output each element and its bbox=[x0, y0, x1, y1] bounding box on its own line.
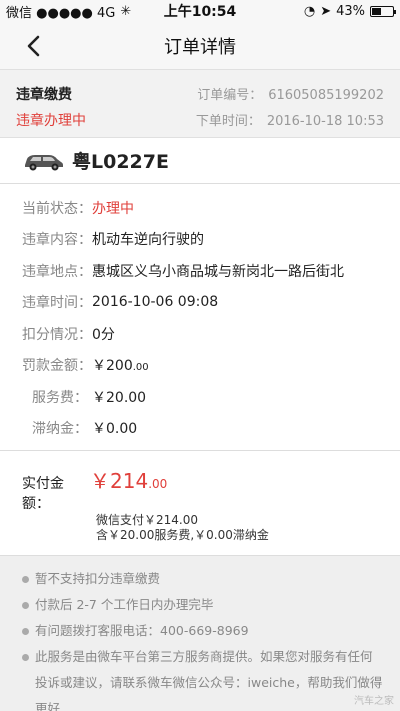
note-text: 付款后 2-7 个工作日内办理完毕 bbox=[35, 597, 214, 612]
service-fee-value: ￥20.00 bbox=[92, 389, 147, 406]
note-text: 有问题拨打客服电话：400-669-8969 bbox=[35, 623, 249, 638]
service-fee-label: 服务费： bbox=[32, 389, 88, 406]
order-number: 61605085199202 bbox=[268, 88, 384, 103]
license-plate: 粤L0227E bbox=[72, 151, 169, 173]
paid-amount-label: 实付金额： bbox=[22, 476, 64, 512]
watermark: 汽车之家 bbox=[354, 696, 394, 707]
paid-amount: ￥214.00 bbox=[90, 465, 167, 494]
detail-row-time: 违章时间： 2016-10-06 09:08 bbox=[0, 287, 400, 319]
status-value: 办理中 bbox=[92, 200, 134, 217]
fee-breakdown: 含￥20.00服务费,￥0.00滞纳金 bbox=[96, 528, 269, 542]
order-time-row: 下单时间： 2016-10-18 10:53 bbox=[196, 110, 384, 129]
detail-row-status: 当前状态： 办理中 bbox=[0, 192, 400, 224]
order-type: 违章缴费 bbox=[16, 87, 72, 103]
late-fee-value: ￥0.00 bbox=[92, 421, 138, 438]
time-value: 2016-10-06 09:08 bbox=[92, 294, 219, 311]
fine-value: ￥200.00 bbox=[92, 355, 149, 375]
violation-details: 当前状态： 办理中 违章内容： 机动车逆向行驶的 违章地点： 惠城区义乌小商品城… bbox=[0, 184, 400, 451]
fine-label: 罚款金额： bbox=[22, 358, 92, 375]
car-icon bbox=[25, 154, 63, 170]
notes-section: 暂不支持扣分违章缴费 付款后 2-7 个工作日内办理完毕 有问题拨打客服电话：4… bbox=[0, 556, 400, 711]
detail-row-points: 扣分情况： 0分 bbox=[0, 318, 400, 350]
order-time-label: 下单时间： bbox=[195, 114, 261, 129]
note-item: 此服务是由微车平台第三方服务商提供。如果您对服务有任何投诉或建议，请联系微车微信… bbox=[22, 644, 384, 711]
back-chevron-icon[interactable] bbox=[22, 34, 46, 58]
content-label: 违章内容： bbox=[22, 232, 92, 249]
nav-bar: 订单详情 bbox=[0, 22, 400, 70]
fine-value-main: ￥200 bbox=[92, 358, 133, 375]
points-label: 扣分情况： bbox=[22, 326, 92, 343]
status-right: ◔ ➤ 43% bbox=[303, 3, 396, 19]
page-title: 订单详情 bbox=[164, 36, 236, 58]
alarm-icon: ◔ bbox=[303, 3, 316, 19]
bullet-icon bbox=[22, 602, 29, 609]
status-left: 微信 ●●●●● 4G ✳ bbox=[6, 2, 131, 21]
note-item: 付款后 2-7 个工作日内办理完毕 bbox=[22, 592, 384, 618]
note-text: 此服务是由微车平台第三方服务商提供。如果您对服务有任何投诉或建议，请联系微车微信… bbox=[35, 649, 383, 711]
late-fee-label: 滞纳金： bbox=[32, 421, 88, 438]
location-icon: ➤ bbox=[320, 3, 332, 19]
paid-amount-cents: .00 bbox=[148, 477, 168, 491]
detail-row-service-fee: 服务费： ￥20.00 bbox=[0, 381, 400, 413]
battery-percent: 43% bbox=[336, 3, 365, 19]
bullet-icon bbox=[22, 576, 29, 583]
order-number-row: 订单编号： 61605085199202 bbox=[196, 84, 384, 103]
time-label: 违章时间： bbox=[22, 295, 92, 312]
payment-section: 实付金额： ￥214.00 微信支付￥214.00 含￥20.00服务费,￥0.… bbox=[0, 451, 400, 556]
detail-card: 粤L0227E 当前状态： 办理中 违章内容： 机动车逆向行驶的 违章地点： 惠… bbox=[0, 138, 400, 556]
location-value: 惠城区义乌小商品城与新岗北一路后街北 bbox=[92, 263, 344, 280]
location-label: 违章地点： bbox=[22, 263, 92, 280]
note-item: 有问题拨打客服电话：400-669-8969 bbox=[22, 618, 384, 644]
battery-icon bbox=[370, 5, 396, 17]
order-status: 违章办理中 bbox=[16, 113, 86, 129]
bullet-icon bbox=[22, 628, 29, 635]
carrier-signal: 微信 ●●●●● 4G bbox=[6, 5, 116, 21]
bullet-icon bbox=[22, 654, 29, 661]
paid-amount-main: ￥214 bbox=[90, 469, 149, 493]
order-time: 2016-10-18 10:53 bbox=[266, 114, 384, 129]
detail-row-late-fee: 滞纳金： ￥0.00 bbox=[0, 413, 400, 445]
status-label: 当前状态： bbox=[22, 200, 92, 217]
note-text: 暂不支持扣分违章缴费 bbox=[35, 571, 161, 586]
content-value: 机动车逆向行驶的 bbox=[92, 232, 204, 249]
order-number-label: 订单编号： bbox=[197, 88, 263, 103]
note-item: 暂不支持扣分违章缴费 bbox=[22, 566, 384, 592]
vehicle-row: 粤L0227E bbox=[0, 138, 400, 184]
points-value: 0分 bbox=[92, 326, 115, 343]
detail-row-fine: 罚款金额： ￥200.00 bbox=[0, 350, 400, 382]
detail-row-location: 违章地点： 惠城区义乌小商品城与新岗北一路后街北 bbox=[0, 255, 400, 287]
loading-icon: ✳ bbox=[120, 3, 132, 19]
order-summary: 违章缴费 违章办理中 订单编号： 61605085199202 下单时间： 2016… bbox=[0, 70, 400, 138]
wechat-payment-info: 微信支付￥214.00 bbox=[96, 513, 198, 527]
detail-row-content: 违章内容： 机动车逆向行驶的 bbox=[0, 224, 400, 256]
fine-value-cents: .00 bbox=[132, 362, 149, 374]
status-bar: 微信 ●●●●● 4G ✳ 上午10:54 ◔ ➤ 43% bbox=[0, 0, 400, 22]
